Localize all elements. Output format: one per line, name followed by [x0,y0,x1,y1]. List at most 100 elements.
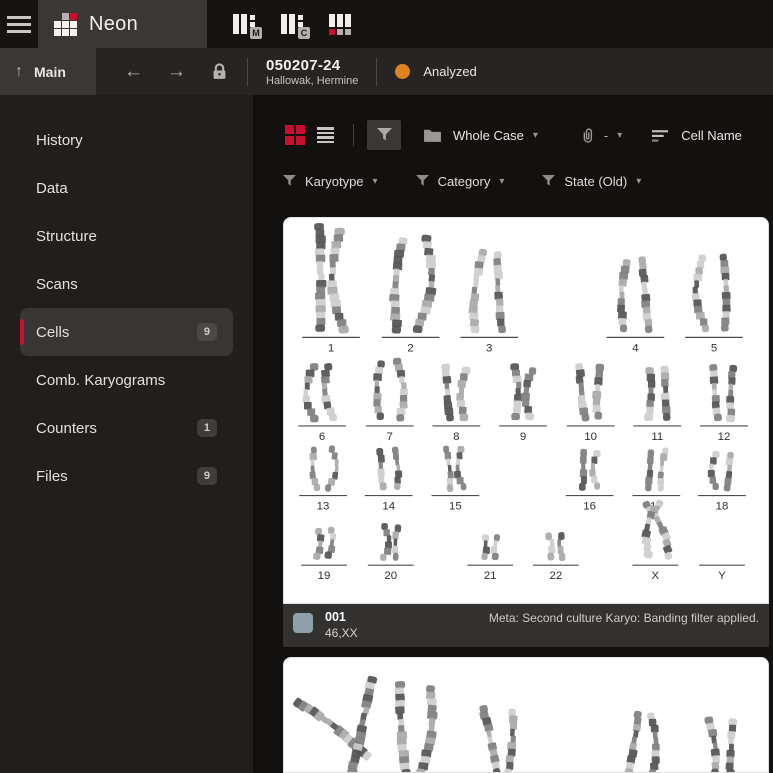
status-label: Analyzed [423,64,476,79]
tab-metaphase-m[interactable]: M [233,12,255,36]
svg-text:6: 6 [319,431,325,443]
case-header-bar: ↑ Main ← → 050207-24 Hallowak, Hermine A… [0,48,773,95]
sidebar-item-label: Cells [36,324,69,341]
main-button[interactable]: ↑ Main [0,48,96,95]
sidebar-item-label: Comb. Karyograms [36,372,165,389]
sidebar-item-comb-karyograms[interactable]: Comb. Karyograms [20,356,233,404]
filter-label: State (Old) [564,174,627,189]
svg-text:16: 16 [583,500,596,512]
folder-icon [423,127,442,143]
filter-state-old[interactable]: State (Old) ▾ [542,174,641,189]
sort-icon [652,129,669,142]
patient-name: Hallowak, Hermine [266,75,358,87]
chevron-down-icon: ▾ [617,130,622,141]
sidebar-item-data[interactable]: Data [20,164,233,212]
cell-list-panel: Whole Case ▾ - ▾ Cell Name [253,95,773,773]
cell-karyotype: 46,XX [325,626,358,640]
grid-view-button[interactable] [285,125,305,145]
chevron-down-icon: ▾ [533,130,538,141]
case-id: 050207-24 [266,57,358,74]
sidebar: History Data Structure Scans Cells 9 Com… [0,95,253,773]
tab-grid-view[interactable] [329,14,351,35]
svg-text:12: 12 [718,431,731,443]
sidebar-item-files[interactable]: Files 9 [20,452,233,500]
svg-text:22: 22 [549,570,562,582]
filter-karyotype[interactable]: Karyotype ▾ [283,174,378,189]
back-button[interactable]: ← [124,62,143,81]
count-badge: 9 [197,467,217,485]
filter-label: Karyotype [305,174,364,189]
svg-text:2: 2 [407,342,413,354]
svg-text:18: 18 [716,500,729,512]
svg-text:X: X [652,570,660,582]
cell-select-thumb[interactable] [293,613,313,633]
chevron-down-icon: ▾ [636,176,641,187]
tab-badge-m: M [250,27,262,39]
scope-label: Whole Case [453,128,524,143]
cell-meta: Meta: Second culture Karyo: Banding filt… [489,610,759,625]
svg-text:14: 14 [382,500,395,512]
svg-text:1: 1 [328,342,334,354]
sidebar-item-label: Files [36,468,68,485]
paperclip-icon [580,126,594,145]
sidebar-item-counters[interactable]: Counters 1 [20,404,233,452]
app-tab-neon[interactable]: Neon [38,0,207,48]
attachment-dropdown[interactable]: - ▾ [580,126,622,145]
funnel-icon [542,175,555,187]
count-badge: 9 [197,323,217,341]
svg-text:21: 21 [484,570,497,582]
grid-bars-icon [329,14,335,35]
sidebar-item-label: Counters [36,420,97,437]
count-badge: 1 [197,419,217,437]
karyogram-icon [281,14,287,34]
sidebar-item-label: Data [36,180,68,197]
divider [247,58,248,86]
sidebar-item-label: Structure [36,228,97,245]
lock-icon[interactable] [210,62,229,81]
svg-text:20: 20 [384,570,397,582]
main-label: Main [34,64,66,80]
svg-text:19: 19 [318,570,331,582]
cells-toolbar: Whole Case ▾ - ▾ Cell Name [283,120,769,150]
forward-button[interactable]: → [167,62,186,81]
selected-accent-bar [20,319,24,345]
sidebar-item-structure[interactable]: Structure [20,212,233,260]
chevron-down-icon: ▾ [499,176,504,187]
sidebar-item-label: History [36,132,83,149]
funnel-icon [283,175,296,187]
filter-category[interactable]: Category ▾ [416,174,505,189]
neon-logo-icon [54,13,77,36]
status-dot [395,64,410,79]
svg-text:13: 13 [317,500,330,512]
funnel-icon [377,128,392,142]
svg-text:Y: Y [718,570,726,582]
svg-text:15: 15 [449,500,462,512]
svg-text:3: 3 [486,342,492,354]
karyogram-icon [233,14,239,34]
sort-control[interactable]: Cell Name [652,128,742,143]
up-arrow-icon: ↑ [15,63,23,81]
filter-toggle-button[interactable] [367,120,401,150]
case-info: 050207-24 Hallowak, Hermine [266,57,358,87]
filter-row: Karyotype ▾ Category ▾ State (Old) ▾ [283,167,769,195]
sidebar-item-label: Scans [36,276,78,293]
svg-text:7: 7 [387,431,393,443]
sidebar-item-cells[interactable]: Cells 9 [20,308,233,356]
karyogram-image[interactable]: 12345678910111213141516171819202122XY [283,217,769,604]
cell-id: 001 [325,610,358,624]
svg-text:8: 8 [453,431,459,443]
list-view-button[interactable] [317,127,334,143]
tab-badge-c: C [298,27,310,39]
top-bar: Neon M C [0,0,773,48]
menu-icon[interactable] [0,0,38,48]
svg-text:10: 10 [584,431,597,443]
tab-cell-c[interactable]: C [281,12,303,36]
karyogram-image-partial[interactable] [283,657,769,773]
sort-label: Cell Name [681,128,742,143]
case-status[interactable]: Analyzed [395,64,476,79]
sidebar-item-scans[interactable]: Scans [20,260,233,308]
cell-card-001: 12345678910111213141516171819202122XY 00… [283,217,769,647]
sidebar-item-history[interactable]: History [20,116,233,164]
scope-dropdown[interactable]: Whole Case ▾ [423,127,538,143]
cell-caption: 001 46,XX Meta: Second culture Karyo: Ba… [283,604,769,647]
